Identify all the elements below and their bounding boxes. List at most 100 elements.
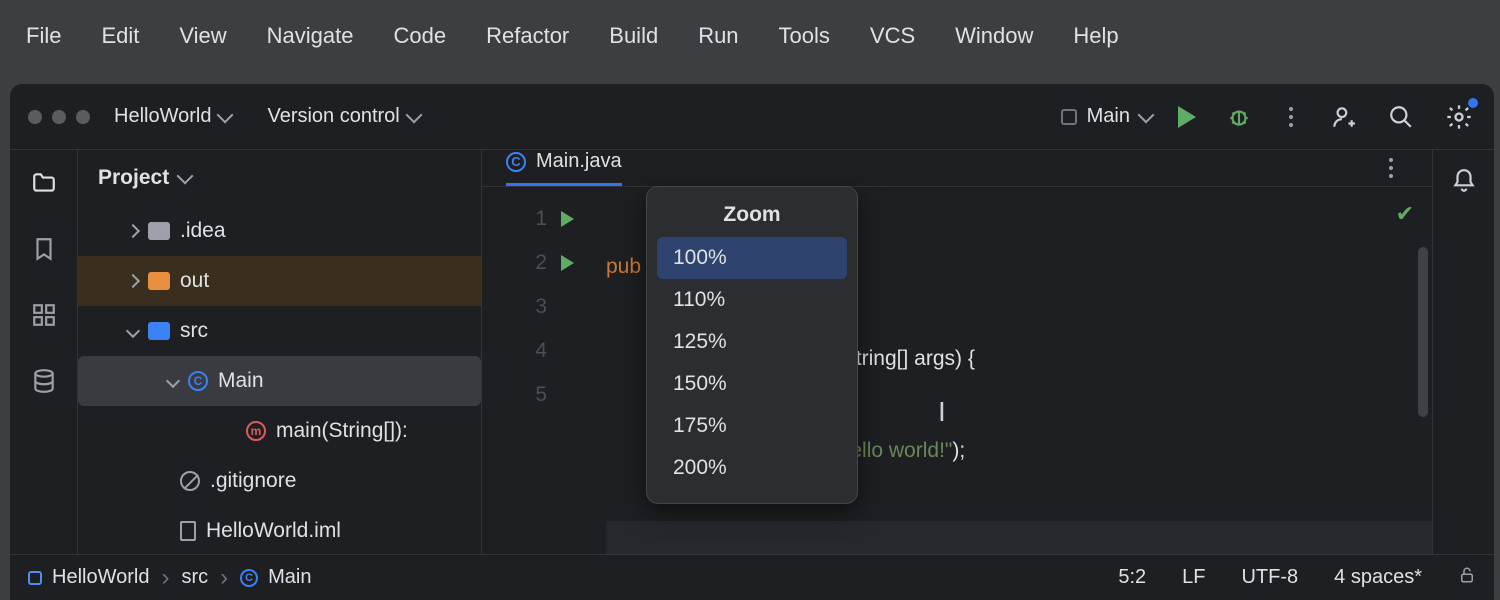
chevron-down-icon (166, 374, 180, 388)
menu-window[interactable]: Window (935, 15, 1053, 57)
line-number: 4 (535, 339, 547, 363)
gutter-line[interactable]: 5 (482, 373, 588, 417)
zoom-popup-title: Zoom (657, 203, 847, 227)
line-separator[interactable]: LF (1182, 566, 1205, 589)
project-panel-header[interactable]: Project (78, 150, 481, 206)
search-button[interactable] (1384, 100, 1418, 134)
run-gutter-icon[interactable] (561, 255, 574, 271)
tree-node-mainstring[interactable]: mmain(String[]): (78, 406, 481, 456)
project-tool-button[interactable] (29, 168, 59, 198)
chevron-down-icon (1138, 106, 1155, 123)
cursor-position[interactable]: 5:2 (1118, 566, 1146, 589)
chevron-down-icon (405, 106, 422, 123)
zoom-popup: Zoom 100%110%125%150%175%200% (646, 186, 858, 504)
crumb-file[interactable]: Main (268, 566, 311, 589)
run-config-dropdown[interactable]: Main (1061, 105, 1152, 128)
tree-node-src[interactable]: src (78, 306, 481, 356)
menu-tools[interactable]: Tools (759, 15, 850, 57)
menu-build[interactable]: Build (589, 15, 678, 57)
vertical-dots-icon (1289, 107, 1293, 127)
run-gutter-icon[interactable] (561, 211, 574, 227)
search-icon (1388, 104, 1414, 130)
tree-node-label: HelloWorld.iml (206, 519, 341, 543)
project-dropdown[interactable]: HelloWorld (114, 105, 231, 128)
database-tool-button[interactable] (29, 366, 59, 396)
menu-file[interactable]: File (6, 15, 81, 57)
menu-navigate[interactable]: Navigate (247, 15, 374, 57)
code-token: pub (606, 255, 641, 279)
gutter-line[interactable]: 2 (482, 241, 588, 285)
bookmarks-tool-button[interactable] (29, 234, 59, 264)
lock-icon[interactable] (1458, 566, 1476, 590)
run-config-icon (1061, 109, 1077, 125)
tree-node-idea[interactable]: .idea (78, 206, 481, 256)
tree-node-out[interactable]: out (78, 256, 481, 306)
menu-help[interactable]: Help (1053, 15, 1138, 57)
zoom-option-175[interactable]: 175% (657, 405, 847, 447)
notifications-button[interactable] (1451, 168, 1477, 199)
bookmark-icon (31, 236, 57, 262)
tree-node-label: out (180, 269, 209, 293)
tree-node-label: .gitignore (210, 469, 296, 493)
structure-tool-button[interactable] (29, 300, 59, 330)
menu-run[interactable]: Run (678, 15, 758, 57)
gutter-line[interactable]: 4 (482, 329, 588, 373)
tree-node-helloworldiml[interactable]: HelloWorld.iml (78, 506, 481, 556)
notification-dot-icon (1468, 98, 1478, 108)
zoom-option-150[interactable]: 150% (657, 363, 847, 405)
zoom-option-110[interactable]: 110% (657, 279, 847, 321)
chevron-right-icon (126, 274, 140, 288)
code-with-me-button[interactable] (1326, 100, 1360, 134)
menu-refactor[interactable]: Refactor (466, 15, 589, 57)
tree-node-label: Main (218, 369, 264, 393)
vcs-dropdown-label: Version control (267, 105, 399, 128)
gutter-line[interactable]: 3 (482, 285, 588, 329)
tab-main-java[interactable]: C Main.java (506, 150, 622, 186)
titlebar: HelloWorld Version control Main (10, 84, 1494, 150)
menu-code[interactable]: Code (374, 15, 467, 57)
module-icon (28, 571, 42, 585)
run-button[interactable] (1170, 100, 1204, 134)
text-cursor-icon: I (938, 396, 940, 426)
vcs-dropdown[interactable]: Version control (267, 105, 419, 128)
person-add-icon (1330, 104, 1356, 130)
gutter: 12345 (482, 187, 588, 600)
menu-vcs[interactable]: VCS (850, 15, 935, 57)
file-encoding[interactable]: UTF-8 (1241, 566, 1298, 589)
zoom-option-125[interactable]: 125% (657, 321, 847, 363)
settings-button[interactable] (1442, 100, 1476, 134)
right-tool-rail (1432, 150, 1494, 600)
line-number: 1 (535, 207, 547, 231)
file-icon (180, 521, 196, 541)
editor-area: C Main.java 12345 public class Main { pu… (482, 150, 1432, 600)
project-tree: .ideaoutsrcCMainmmain(String[]):.gitigno… (78, 206, 481, 600)
folder-icon (148, 322, 170, 340)
editor-scrollbar[interactable] (1418, 247, 1428, 417)
breadcrumb[interactable]: HelloWorld src C Main (28, 564, 311, 592)
crumb-src[interactable]: src (181, 566, 208, 589)
database-icon (31, 368, 57, 394)
zoom-option-100[interactable]: 100% (657, 237, 847, 279)
inspection-ok-icon[interactable]: ✔ (1396, 201, 1414, 227)
menu-view[interactable]: View (159, 15, 246, 57)
tab-more-button[interactable] (1374, 151, 1408, 185)
code-editor[interactable]: 12345 public class Main { public static … (482, 187, 1432, 600)
window-controls[interactable] (28, 110, 90, 124)
indent-setting[interactable]: 4 spaces* (1334, 566, 1422, 589)
java-class-icon: C (506, 152, 526, 172)
tree-node-gitignore[interactable]: .gitignore (78, 456, 481, 506)
traffic-zoom-icon[interactable] (76, 110, 90, 124)
menu-edit[interactable]: Edit (81, 15, 159, 57)
traffic-close-icon[interactable] (28, 110, 42, 124)
zoom-option-200[interactable]: 200% (657, 447, 847, 489)
traffic-minimize-icon[interactable] (52, 110, 66, 124)
bug-icon (1226, 104, 1252, 130)
debug-button[interactable] (1222, 100, 1256, 134)
status-bar: HelloWorld src C Main 5:2 LF UTF-8 4 spa… (10, 554, 1494, 600)
more-actions-button[interactable] (1274, 100, 1308, 134)
tab-label: Main.java (536, 150, 622, 173)
gutter-line[interactable]: 1 (482, 197, 588, 241)
os-menubar: File Edit View Navigate Code Refactor Bu… (0, 0, 1500, 72)
crumb-project[interactable]: HelloWorld (52, 566, 149, 589)
tree-node-main[interactable]: CMain (78, 356, 481, 406)
